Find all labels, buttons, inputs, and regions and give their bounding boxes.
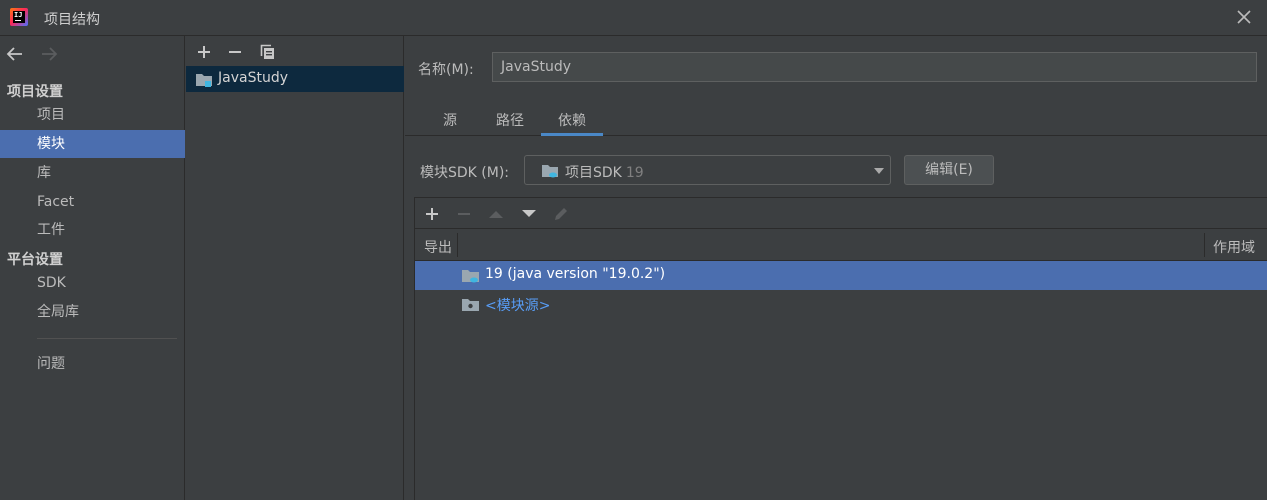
sdk-selected-value: 项目SDK	[565, 165, 622, 181]
tab-sources[interactable]: 源	[441, 110, 459, 136]
remove-dependency-icon[interactable]	[455, 205, 473, 223]
app-icon-text: IJ	[14, 11, 23, 19]
dependency-label: 19 (java version "19.0.2")	[485, 266, 666, 282]
nav-item-global-libraries[interactable]: 全局库	[0, 298, 185, 326]
nav-item-problems[interactable]: 问题	[0, 350, 185, 378]
copy-icon[interactable]	[258, 42, 278, 62]
remove-icon[interactable]	[225, 42, 245, 62]
module-sdk-select[interactable]: 项目SDK 19	[524, 155, 891, 185]
edit-sdk-button[interactable]: 编辑(E)	[904, 155, 994, 185]
nav-item-libraries[interactable]: 库	[0, 159, 185, 187]
module-tree-item[interactable]: JavaStudy	[186, 66, 404, 92]
module-name: JavaStudy	[218, 70, 288, 86]
column-divider	[457, 233, 458, 257]
column-scope[interactable]: 作用域	[1213, 237, 1255, 257]
project-settings-heading: 项目设置	[7, 84, 63, 100]
add-dependency-icon[interactable]	[423, 205, 441, 223]
column-divider	[1204, 233, 1205, 257]
dependency-label: <模块源>	[485, 298, 551, 314]
nav-item-artifacts[interactable]: 工件	[0, 216, 185, 244]
jdk-folder-icon	[462, 270, 479, 283]
move-up-icon[interactable]	[487, 205, 505, 223]
chevron-down-icon	[874, 168, 884, 174]
forward-arrow-icon[interactable]	[38, 44, 60, 64]
tab-dependencies[interactable]: 依赖	[541, 110, 603, 136]
history-nav	[4, 44, 60, 64]
nav-divider	[37, 338, 177, 339]
module-source-folder-icon	[462, 299, 479, 311]
table-row[interactable]: 19 (java version "19.0.2")	[415, 261, 1267, 290]
modules-toolbar	[186, 36, 404, 66]
intellij-logo-icon: IJ	[10, 8, 28, 26]
module-sdk-label: 模块SDK (M):	[420, 165, 510, 181]
dependencies-toolbar	[415, 198, 1267, 229]
edit-pencil-icon[interactable]	[552, 205, 570, 223]
nav-item-sdks[interactable]: SDK	[0, 269, 185, 297]
dependencies-table: 导出 作用域 19 (java version "19.0.2") <模块源>	[414, 197, 1267, 500]
nav-item-project[interactable]: 项目	[0, 101, 185, 129]
sdk-folder-icon	[542, 165, 558, 178]
tab-paths[interactable]: 路径	[494, 110, 526, 136]
modules-panel: JavaStudy	[186, 36, 404, 500]
dependencies-header: 导出 作用域	[415, 229, 1267, 261]
table-row[interactable]: <模块源>	[415, 290, 1267, 319]
name-label: 名称(M):	[418, 62, 474, 78]
module-folder-icon	[196, 74, 212, 87]
move-down-icon[interactable]	[520, 205, 538, 223]
module-details: 名称(M): JavaStudy 源 路径 依赖 模块SDK (M): 项目SD…	[405, 36, 1267, 500]
sdk-version: 19	[625, 165, 644, 181]
module-name-input[interactable]: JavaStudy	[492, 52, 1257, 82]
column-export[interactable]: 导出	[424, 237, 452, 257]
add-icon[interactable]	[194, 42, 214, 62]
nav-item-facets[interactable]: Facet	[0, 188, 185, 216]
window-title: 项目结构	[44, 12, 100, 28]
back-arrow-icon[interactable]	[4, 44, 26, 64]
module-tabs: 源 路径 依赖	[405, 106, 1267, 136]
platform-settings-heading: 平台设置	[7, 252, 63, 268]
nav-item-modules[interactable]: 模块	[0, 130, 185, 158]
title-bar: IJ 项目结构	[0, 0, 1267, 36]
settings-nav: 项目设置 项目 模块 库 Facet 工件 平台设置 SDK 全局库 问题	[0, 36, 185, 500]
close-icon[interactable]	[1235, 8, 1253, 26]
